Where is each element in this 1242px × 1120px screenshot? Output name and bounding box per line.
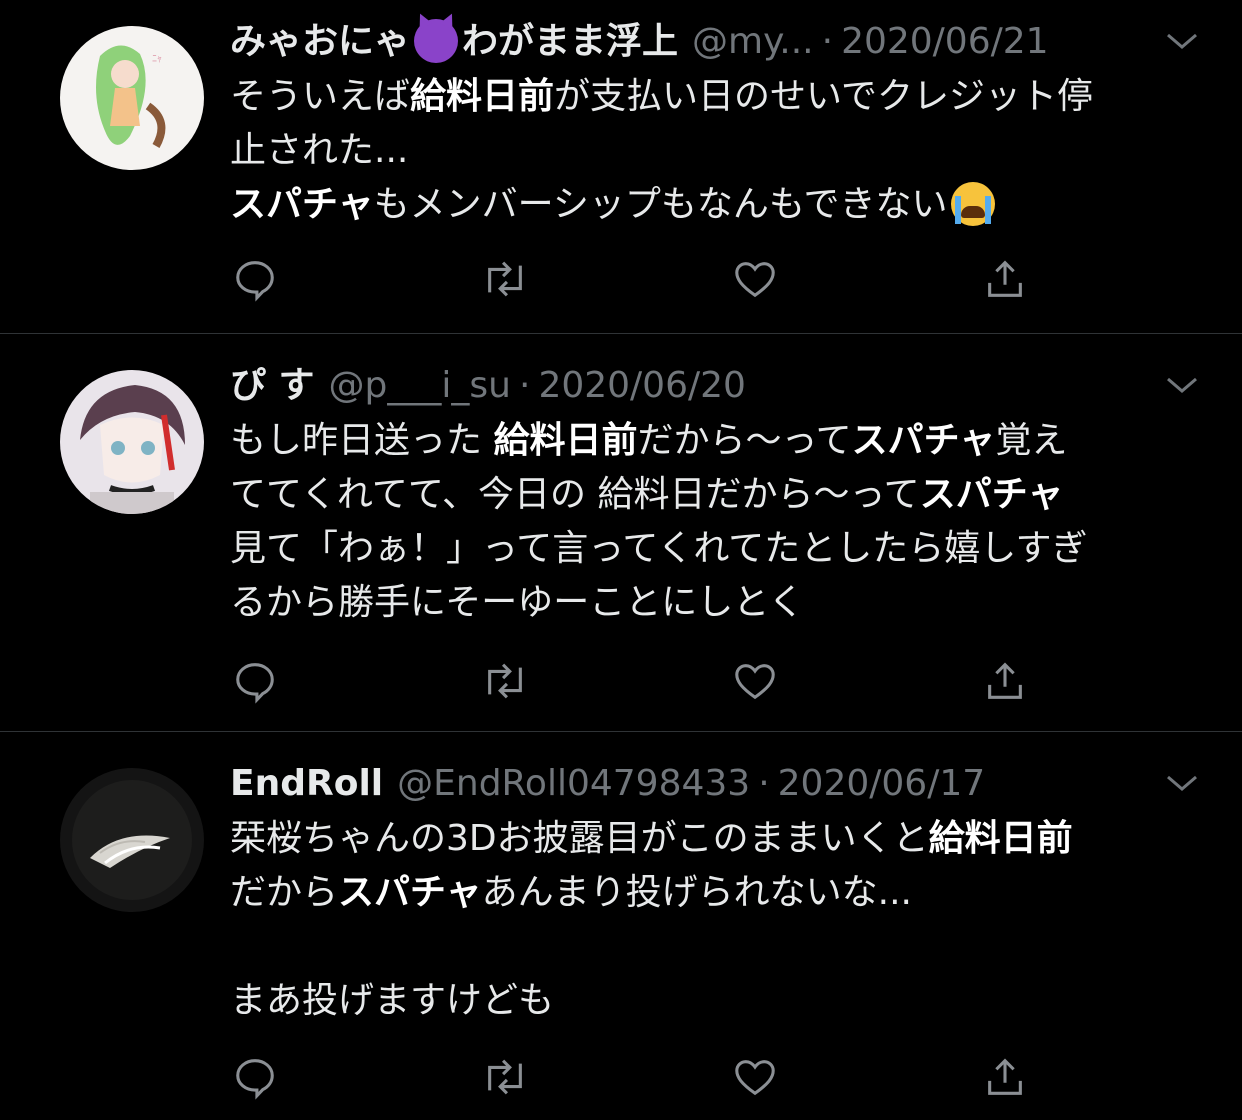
tweet-text-line: そういえば給料日前が支払い日のせいでクレジット停 (230, 70, 1202, 124)
tweet[interactable]: EndRoll @EndRoll04798433 · 2020/06/17 栞桜… (0, 732, 1242, 1120)
tweet-content: ぴ す @p___i_su · 2020/06/20 もし昨日送った 給料日前だ… (230, 358, 1202, 630)
like-icon[interactable] (730, 1052, 780, 1102)
tweet-content: みゃおにゃ わがまま浮上 @my... · 2020/06/21 そういえば給料日… (230, 14, 1202, 302)
like-icon[interactable] (730, 254, 780, 304)
display-name[interactable]: みゃおにゃ わがまま浮上 (230, 14, 678, 70)
highlighted-keyword: 給料日前 (928, 818, 1073, 859)
tweet-text: だから (230, 872, 339, 913)
tweet-actions (230, 254, 1030, 304)
timeline: ﾆｬ みゃおにゃ わがまま浮上 @my... · 2020/06/21 そういえば… (0, 0, 1242, 1120)
tweet-date[interactable]: 2020/06/21 (841, 14, 1049, 70)
tweet-text-line (230, 920, 1202, 974)
tweet-text-line: 栞桜ちゃんの3Dお披露目がこのままいくと給料日前 (230, 812, 1202, 866)
user-handle[interactable]: @p___i_su (329, 358, 511, 414)
tweet-text-line: ててくれてて、今日の 給料日だから〜ってスパチャ (230, 468, 1202, 522)
user-handle[interactable]: @EndRoll04798433 (397, 756, 750, 812)
display-name[interactable]: EndRoll (230, 756, 383, 812)
tweet-text: 見て「わぁ！」って言ってくれてたとしたら嬉しすぎ (230, 528, 1088, 569)
tweet-body: そういえば給料日前が支払い日のせいでクレジット停止された... スパチャもメンバー… (230, 70, 1202, 232)
retweet-icon[interactable] (480, 254, 530, 304)
crying-face-emoji-icon (951, 182, 996, 226)
tweet-text: ててくれてて、今日の 給料日だから〜って (230, 474, 920, 515)
tweet-text-line: スパチャもメンバーシップもなんもできない (230, 178, 1202, 232)
tweet-text: るから勝手にそーゆーことにしとく (230, 582, 805, 623)
separator-dot: · (821, 21, 834, 62)
tweet-text: もメンバーシップもなんもできない (373, 184, 948, 225)
tweet-text-line: るから勝手にそーゆーことにしとく (230, 576, 1202, 630)
share-icon[interactable] (980, 1052, 1030, 1102)
tweet-text: だから〜って (637, 420, 852, 461)
tweet-text: 栞桜ちゃんの3Dお披露目がこのままいくと (230, 818, 929, 859)
tweet-actions (230, 656, 1030, 706)
tweet-text-line: もし昨日送った 給料日前だから〜ってスパチャ覚え (230, 414, 1202, 468)
retweet-icon[interactable] (480, 1052, 530, 1102)
tweet-text-line: 止された... (230, 124, 1202, 178)
display-name[interactable]: ぴ す (230, 358, 315, 414)
tweet-date[interactable]: 2020/06/17 (778, 756, 986, 812)
like-icon[interactable] (730, 656, 780, 706)
highlighted-keyword: 給料日前 (493, 420, 638, 461)
separator-dot: · (758, 763, 770, 804)
tweet[interactable]: ぴ す @p___i_su · 2020/06/20 もし昨日送った 給料日前だ… (0, 334, 1242, 732)
reply-icon[interactable] (230, 1052, 280, 1102)
avatar[interactable] (60, 370, 204, 514)
highlighted-keyword: 給料日前 (410, 76, 555, 117)
svg-text:ﾆｬ: ﾆｬ (152, 54, 162, 65)
tweet-text: 止された... (230, 130, 409, 171)
share-icon[interactable] (980, 254, 1030, 304)
separator-dot: · (518, 365, 531, 406)
reply-icon[interactable] (230, 656, 280, 706)
tweet-date[interactable]: 2020/06/20 (538, 358, 746, 414)
reply-icon[interactable] (230, 254, 280, 304)
highlighted-keyword: スパチャ (230, 184, 374, 225)
retweet-icon[interactable] (480, 656, 530, 706)
chevron-down-icon[interactable] (1162, 756, 1202, 812)
avatar[interactable]: ﾆｬ (60, 26, 204, 170)
tweet-actions (230, 1052, 1030, 1102)
chevron-down-icon[interactable] (1162, 358, 1202, 414)
tweet-header: EndRoll @EndRoll04798433 · 2020/06/17 (230, 756, 1202, 812)
tweet-text: そういえば (230, 76, 411, 117)
highlighted-keyword: スパチャ (338, 872, 482, 913)
smiling-devil-emoji-icon (414, 19, 459, 63)
tweet-text: まあ投げますけども (230, 980, 555, 1021)
user-handle[interactable]: @my... (692, 14, 814, 70)
tweet-header: みゃおにゃ わがまま浮上 @my... · 2020/06/21 (230, 14, 1202, 70)
share-icon[interactable] (980, 656, 1030, 706)
tweet-text: 覚え (995, 420, 1068, 461)
tweet-text-line: だからスパチャあんまり投げられないな... (230, 866, 1202, 920)
tweet-text-line: 見て「わぁ！」って言ってくれてたとしたら嬉しすぎ (230, 522, 1202, 576)
tweet-content: EndRoll @EndRoll04798433 · 2020/06/17 栞桜… (230, 756, 1202, 1028)
tweet-text-line: まあ投げますけども (230, 974, 1202, 1028)
tweet-text: あんまり投げられないな... (481, 872, 912, 913)
highlighted-keyword: スパチャ (851, 420, 996, 461)
tweet-header: ぴ す @p___i_su · 2020/06/20 (230, 358, 1202, 414)
tweet[interactable]: ﾆｬ みゃおにゃ わがまま浮上 @my... · 2020/06/21 そういえば… (0, 0, 1242, 334)
tweet-text: もし昨日送った (230, 420, 494, 461)
chevron-down-icon[interactable] (1162, 14, 1202, 70)
highlighted-keyword: スパチャ (919, 474, 1064, 515)
avatar[interactable] (60, 768, 204, 912)
tweet-text: が支払い日のせいでクレジット停 (554, 76, 1093, 117)
tweet-body: 栞桜ちゃんの3Dお披露目がこのままいくと給料日前 だからスパチャあんまり投げられな… (230, 812, 1202, 1028)
tweet-body: もし昨日送った 給料日前だから〜ってスパチャ覚え ててくれてて、今日の 給料日だか… (230, 414, 1202, 630)
